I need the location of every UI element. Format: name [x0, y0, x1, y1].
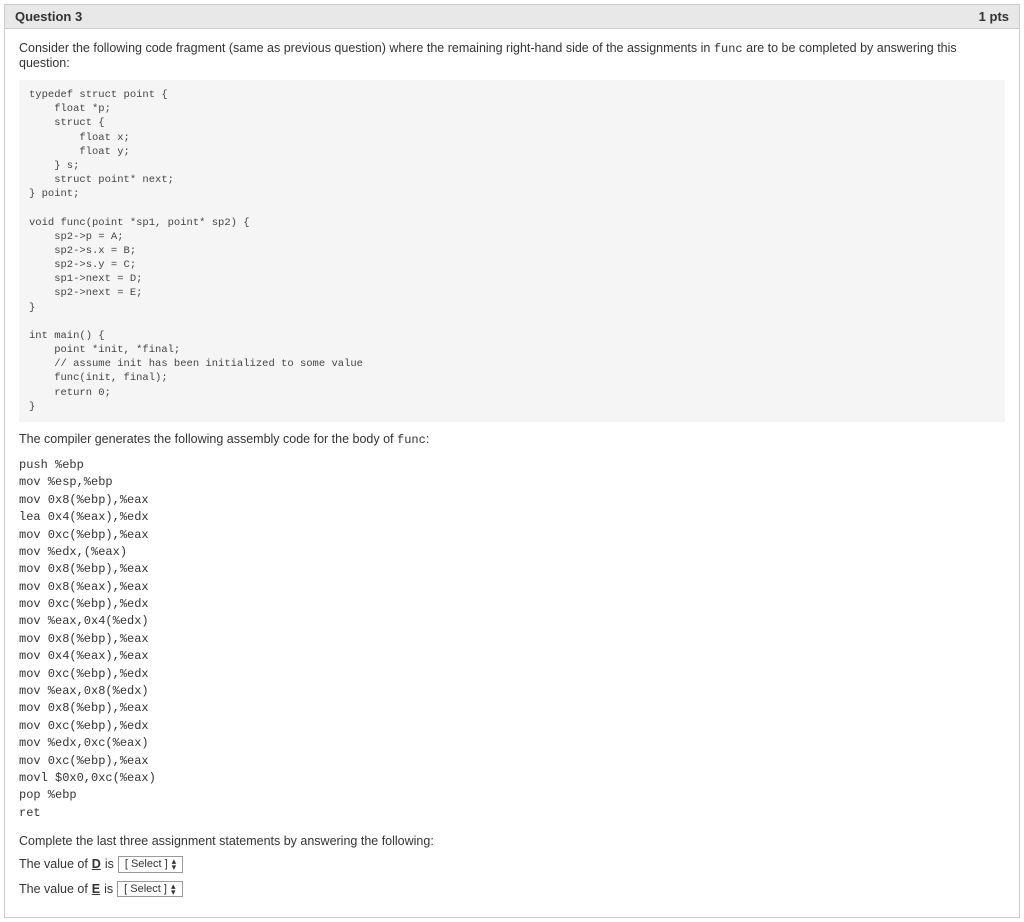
intro-code-ref: func: [714, 42, 743, 56]
answer-row-e: The value of E is [ Select ] ▴▾: [19, 881, 1005, 898]
complete-text: Complete the last three assignment state…: [19, 834, 1005, 848]
compiler-text: The compiler generates the following ass…: [19, 432, 1005, 447]
code-fragment-block: typedef struct point { float *p; struct …: [19, 80, 1005, 422]
answer-e-mid: is: [104, 882, 113, 896]
select-e[interactable]: [ Select ] ▴▾: [117, 881, 182, 898]
select-e-label: [ Select ]: [124, 883, 167, 895]
question-header: Question 3 1 pts: [5, 5, 1019, 29]
answer-d-mid: is: [105, 857, 114, 871]
answer-e-prefix: The value of: [19, 882, 88, 896]
question-points: 1 pts: [979, 9, 1009, 24]
answer-d-var: D: [92, 857, 101, 871]
select-d-label: [ Select ]: [125, 858, 168, 870]
question-container: Question 3 1 pts Consider the following …: [4, 4, 1020, 918]
select-arrows-icon: ▴▾: [171, 883, 176, 896]
compiler-suffix: :: [426, 432, 429, 446]
answer-d-prefix: The value of: [19, 857, 88, 871]
intro-prefix: Consider the following code fragment (sa…: [19, 41, 714, 55]
select-arrows-icon: ▴▾: [172, 858, 177, 871]
compiler-prefix: The compiler generates the following ass…: [19, 432, 397, 446]
question-title: Question 3: [15, 9, 82, 24]
answer-row-d: The value of D is [ Select ] ▴▾: [19, 856, 1005, 873]
question-body: Consider the following code fragment (sa…: [5, 29, 1019, 917]
answer-e-var: E: [92, 882, 100, 896]
select-d[interactable]: [ Select ] ▴▾: [118, 856, 183, 873]
intro-text: Consider the following code fragment (sa…: [19, 41, 1005, 70]
assembly-block: push %ebp mov %esp,%ebp mov 0x8(%ebp),%e…: [19, 455, 1005, 824]
compiler-code-ref: func: [397, 433, 426, 447]
